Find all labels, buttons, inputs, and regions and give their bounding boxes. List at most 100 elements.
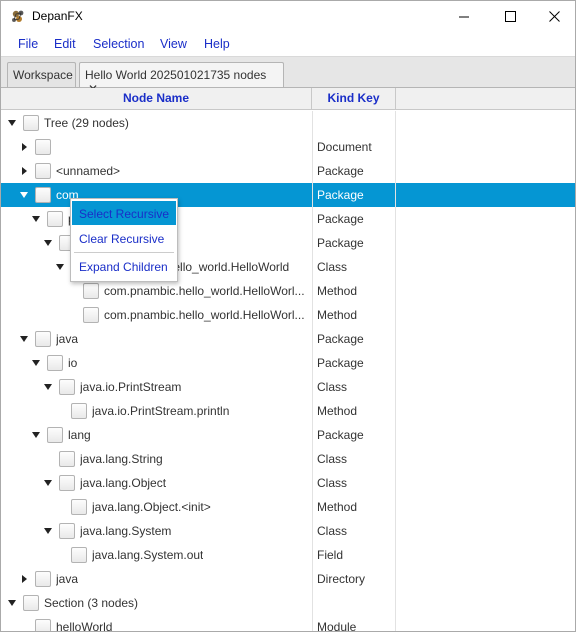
node-checkbox[interactable] — [83, 283, 99, 299]
tree-row[interactable]: helloWorld Module — [1, 615, 575, 631]
node-checkbox[interactable] — [23, 595, 39, 611]
tree-row[interactable]: lang Package — [1, 423, 575, 447]
node-name-cell: java.lang.Object.<init> — [1, 495, 312, 519]
menu-file[interactable]: File — [18, 37, 38, 51]
expanded-arrow-icon[interactable] — [42, 237, 54, 249]
expanded-arrow-icon[interactable] — [42, 477, 54, 489]
tree-row[interactable]: java.lang.System.out Field — [1, 543, 575, 567]
tree-row[interactable]: java.io.PrintStream Class — [1, 375, 575, 399]
depanfx-app-icon — [12, 10, 24, 22]
tree-row[interactable]: java.lang.String Class — [1, 447, 575, 471]
column-header-node-name[interactable]: Node Name — [1, 88, 312, 110]
expanded-arrow-icon[interactable] — [6, 117, 18, 129]
menu-view[interactable]: View — [160, 37, 187, 51]
node-checkbox[interactable] — [35, 139, 51, 155]
node-checkbox[interactable] — [35, 187, 51, 203]
kind-key-cell: Method — [312, 303, 396, 327]
node-checkbox[interactable] — [71, 499, 87, 515]
node-label: java — [56, 332, 79, 346]
column-header-kind-key[interactable]: Kind Key — [312, 88, 396, 110]
kind-key-cell: Package — [312, 183, 396, 207]
menu-help[interactable]: Help — [204, 37, 230, 51]
node-label: io — [68, 356, 78, 370]
node-label: Section (3 nodes) — [44, 596, 139, 610]
tree-row[interactable]: com.pnambic.hello_world.HelloWorl... Meth… — [1, 303, 575, 327]
tree-row[interactable]: Section (3 nodes) — [1, 591, 575, 615]
node-name-cell: java.lang.System — [1, 519, 312, 543]
node-label: com.pnambic.hello_world.HelloWorl... — [104, 284, 305, 298]
tab-label: Hello World 202501021735 nodes — [85, 68, 267, 82]
menu-edit[interactable]: Edit — [54, 37, 76, 51]
node-checkbox[interactable] — [35, 571, 51, 587]
tree-row[interactable]: java Package — [1, 327, 575, 351]
expanded-arrow-icon[interactable] — [30, 357, 42, 369]
tree-row[interactable]: <unnamed> Package — [1, 159, 575, 183]
tree-row[interactable]: io Package — [1, 351, 575, 375]
node-label: java — [56, 572, 79, 586]
menu-item-expand-children[interactable]: Expand Children — [72, 254, 176, 278]
expanded-arrow-icon[interactable] — [18, 333, 30, 345]
expanded-arrow-icon[interactable] — [54, 261, 66, 273]
menu-item-clear-recursive[interactable]: Clear Recursive — [72, 226, 176, 250]
expanded-arrow-icon[interactable] — [42, 381, 54, 393]
expanded-arrow-icon[interactable] — [42, 525, 54, 537]
collapsed-arrow-icon[interactable] — [18, 141, 30, 153]
tree-row[interactable]: java.lang.Object.<init> Method — [1, 495, 575, 519]
context-menu: Select Recursive Clear Recursive Expand … — [70, 198, 178, 282]
node-checkbox[interactable] — [71, 547, 87, 563]
node-checkbox[interactable] — [47, 427, 63, 443]
collapsed-arrow-icon[interactable] — [18, 165, 30, 177]
kind-key-cell: Package — [312, 231, 396, 255]
menu-item-label: Select Recursive — [79, 207, 170, 221]
node-checkbox[interactable] — [47, 355, 63, 371]
minimize-button[interactable] — [441, 1, 487, 32]
expanded-arrow-icon[interactable] — [30, 213, 42, 225]
collapsed-arrow-icon[interactable] — [18, 573, 30, 585]
node-checkbox[interactable] — [59, 451, 75, 467]
tab-workspace[interactable]: Workspace — [7, 62, 76, 87]
expanded-arrow-icon[interactable] — [6, 597, 18, 609]
tree-row[interactable]: Document — [1, 135, 575, 159]
kind-key-cell — [312, 591, 396, 615]
kind-key-cell — [312, 111, 396, 135]
maximize-button[interactable] — [487, 1, 533, 32]
node-name-cell: io — [1, 351, 312, 375]
menu-selection[interactable]: Selection — [93, 37, 144, 51]
tree-row[interactable]: com.pnambic.hello_world.HelloWorl... Meth… — [1, 279, 575, 303]
node-checkbox[interactable] — [83, 307, 99, 323]
node-name-cell: com.pnambic.hello_world.HelloWorl... — [1, 303, 312, 327]
kind-key-cell: Package — [312, 351, 396, 375]
tree-row[interactable]: java.io.PrintStream.println Method — [1, 399, 575, 423]
node-checkbox[interactable] — [71, 403, 87, 419]
tree-row[interactable]: java.lang.System Class — [1, 519, 575, 543]
menu-item-select-recursive[interactable]: Select Recursive — [72, 201, 176, 225]
column-header-filler — [396, 88, 575, 110]
expanded-arrow-icon[interactable] — [18, 189, 30, 201]
kind-label: Class — [317, 452, 348, 466]
node-checkbox[interactable] — [47, 211, 63, 227]
kind-label: Package — [317, 188, 364, 202]
node-checkbox[interactable] — [23, 115, 39, 131]
node-checkbox[interactable] — [35, 163, 51, 179]
kind-label: Method — [317, 284, 358, 298]
tree-row[interactable]: java.lang.Object Class — [1, 471, 575, 495]
node-checkbox[interactable] — [35, 619, 51, 631]
kind-key-cell: Method — [312, 399, 396, 423]
node-label: Tree (29 nodes) — [44, 116, 129, 130]
kind-key-cell: Class — [312, 519, 396, 543]
node-checkbox[interactable] — [35, 331, 51, 347]
node-checkbox[interactable] — [59, 523, 75, 539]
expanded-arrow-icon[interactable] — [30, 429, 42, 441]
kind-label: Method — [317, 500, 358, 514]
tab-hello-world-nodes[interactable]: Hello World 202501021735 nodes✕ — [79, 62, 284, 96]
node-label: java.lang.System — [80, 524, 172, 538]
node-checkbox[interactable] — [59, 379, 75, 395]
node-label: java.lang.String — [80, 452, 163, 466]
tree-row[interactable]: java Directory — [1, 567, 575, 591]
node-checkbox[interactable] — [59, 475, 75, 491]
tree-row[interactable]: Tree (29 nodes) — [1, 111, 575, 135]
close-button[interactable] — [531, 1, 575, 32]
node-label: java.io.PrintStream — [80, 380, 182, 394]
node-name-cell: java — [1, 327, 312, 351]
menu-item-label: Expand Children — [79, 260, 168, 274]
